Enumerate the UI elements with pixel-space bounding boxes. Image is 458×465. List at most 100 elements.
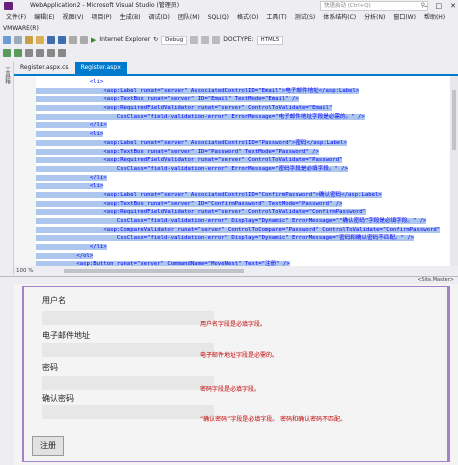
- close-icon[interactable]: ✕: [450, 0, 456, 12]
- code-line-text: <asp:Label runat="server" AssociatedCont…: [36, 87, 360, 94]
- maximize-icon[interactable]: □: [436, 0, 443, 12]
- menu-item[interactable]: 文件(F): [2, 12, 30, 24]
- menu-item[interactable]: 分析(N): [360, 12, 389, 24]
- code-line: <asp:Label runat="server" AssociatedCont…: [36, 191, 458, 200]
- save-all-icon[interactable]: [58, 36, 66, 44]
- code-line: <asp:TextBox runat="server" ID="Password…: [36, 148, 458, 157]
- email-field[interactable]: [42, 343, 214, 357]
- quick-launch-placeholder: 快速启动 (Ctrl+Q): [324, 3, 371, 9]
- code-line: <li>: [36, 78, 458, 87]
- tab-register-aspx-cs[interactable]: Register.aspx.cs: [14, 62, 75, 74]
- menu-item[interactable]: 格式(O): [233, 12, 262, 24]
- code-line-text: <asp:Label runat="server" AssociatedCont…: [36, 191, 382, 198]
- html-toolbar: [0, 47, 458, 59]
- code-line: </ol>: [36, 252, 458, 261]
- code-line-text: CssClass="field-validation-error" ErrorM…: [36, 165, 348, 172]
- confirm-password-error: “确认密码”字段是必填字段。 密码和确认密码不匹配。: [200, 416, 347, 423]
- toolbox-strip[interactable]: 工具箱: [0, 62, 14, 275]
- register-button[interactable]: 注册: [32, 436, 64, 456]
- refresh-icon[interactable]: ↻: [153, 34, 158, 46]
- quick-launch-input[interactable]: 快速启动 (Ctrl+Q) ⚲: [320, 1, 428, 11]
- password-label: 密码: [42, 363, 58, 372]
- username-field[interactable]: [42, 311, 214, 325]
- code-line-text: <asp:CompareValidator runat="server" Con…: [36, 226, 441, 233]
- code-lines: <li> <asp:Label runat="server" Associate…: [36, 78, 458, 266]
- menu-item[interactable]: 体系结构(C): [319, 12, 360, 24]
- menu-item[interactable]: 帮助(H): [420, 12, 449, 24]
- confirm-password-field[interactable]: [42, 405, 214, 419]
- menu-item[interactable]: 窗口(W): [389, 12, 420, 24]
- menu-item[interactable]: 编辑(E): [30, 12, 58, 24]
- toolbar-icon[interactable]: [25, 49, 33, 57]
- browser-selector[interactable]: Internet Explorer: [99, 34, 150, 46]
- doctype-dropdown[interactable]: HTML5: [256, 35, 284, 45]
- toolbar-icon[interactable]: [36, 49, 44, 57]
- menu-item[interactable]: SQL(Q): [204, 12, 233, 24]
- forward-icon[interactable]: [14, 36, 22, 44]
- menu-item[interactable]: 项目(P): [87, 12, 115, 24]
- code-line: <asp:RequiredFieldValidator runat="serve…: [36, 208, 458, 217]
- zoom-bar: 100 %: [14, 266, 458, 276]
- code-line: <asp:Label runat="server" AssociatedCont…: [36, 87, 458, 96]
- new-project-icon[interactable]: [25, 36, 33, 44]
- toolbar-icon[interactable]: [201, 36, 210, 44]
- code-line-text: CssClass="field-validation-error" ErrorM…: [36, 113, 365, 120]
- menu-item[interactable]: 视图(V): [59, 12, 88, 24]
- password-error: 密码字段是必填字段。: [200, 386, 261, 393]
- code-line: <asp:TextBox runat="server" ID="ConfirmP…: [36, 200, 458, 209]
- scrollbar-thumb[interactable]: [452, 90, 456, 150]
- code-line-text: <li>: [36, 131, 104, 138]
- code-line: <asp:Label runat="server" AssociatedCont…: [36, 139, 458, 148]
- toolbar-icon[interactable]: [190, 36, 199, 44]
- design-view: 用户名 用户名字段是必填字段。 电子邮件地址 电子邮件地址字段是必需的。 密码 …: [14, 284, 458, 465]
- toolbar-icon[interactable]: [212, 36, 221, 44]
- toolbar-icon[interactable]: [47, 49, 55, 57]
- toolbar-icon[interactable]: [58, 49, 66, 57]
- view-splitter[interactable]: <Site.Master>: [0, 276, 458, 284]
- menu-item[interactable]: 生成(B): [116, 12, 145, 24]
- redo-icon[interactable]: [80, 36, 88, 44]
- machine-label: VMWARE(R): [3, 25, 39, 32]
- content-template-frame: 用户名 用户名字段是必填字段。 电子邮件地址 电子邮件地址字段是必需的。 密码 …: [22, 286, 450, 462]
- save-icon[interactable]: [47, 36, 55, 44]
- minimize-icon[interactable]: –: [424, 0, 428, 12]
- visual-studio-window: WebApplication2 - Microsoft Visual Studi…: [0, 0, 458, 465]
- vertical-scrollbar[interactable]: [450, 76, 458, 266]
- code-line-text: <asp:TextBox runat="server" ID="Password…: [36, 148, 319, 155]
- doctype-label: DOCTYPE:: [223, 36, 254, 43]
- undo-icon[interactable]: [69, 36, 77, 44]
- menu-item[interactable]: 团队(M): [174, 12, 204, 24]
- password-field[interactable]: [42, 376, 214, 390]
- toolbar-icon[interactable]: [3, 49, 11, 57]
- menu-item[interactable]: 测试(S): [291, 12, 320, 24]
- code-line-text: <asp:RequiredFieldValidator runat="serve…: [36, 157, 343, 164]
- zoom-level[interactable]: 100 %: [16, 268, 33, 274]
- code-line: </li>: [36, 121, 458, 130]
- standard-toolbar: ▶ Internet Explorer ↻ Debug DOCTYPE: HTM…: [0, 34, 458, 46]
- start-debug-icon[interactable]: ▶: [91, 34, 96, 46]
- horizontal-scrollbar-thumb[interactable]: [64, 269, 244, 273]
- email-error: 电子邮件地址字段是必需的。: [200, 352, 279, 359]
- window-controls: – □ ✕: [424, 0, 456, 12]
- code-line: <asp:RequiredFieldValidator runat="serve…: [36, 156, 458, 165]
- email-label: 电子邮件地址: [42, 331, 90, 340]
- back-icon[interactable]: [3, 36, 11, 44]
- confirm-password-label: 确认密码: [42, 394, 74, 403]
- code-line: CssClass="field-validation-error" ErrorM…: [36, 165, 458, 174]
- code-line: CssClass="field-validation-error" Displa…: [36, 234, 458, 243]
- config-dropdown[interactable]: Debug: [161, 35, 188, 45]
- code-line: </li>: [36, 174, 458, 183]
- toolbar-icon[interactable]: [14, 49, 22, 57]
- code-line-text: <li>: [36, 183, 104, 190]
- tab-register-aspx[interactable]: Register.aspx: [74, 62, 127, 74]
- code-line-text: </li>: [36, 174, 107, 181]
- code-line: <li>: [36, 130, 458, 139]
- menu-item[interactable]: 调试(D): [145, 12, 174, 24]
- username-label: 用户名: [42, 296, 66, 305]
- code-line: <asp:CompareValidator runat="server" Con…: [36, 226, 458, 235]
- source-editor[interactable]: <li> <asp:Label runat="server" Associate…: [14, 76, 458, 266]
- code-line-text: <asp:Label runat="server" AssociatedCont…: [36, 139, 347, 146]
- open-file-icon[interactable]: [36, 36, 44, 44]
- window-title: WebApplication2 - Microsoft Visual Studi…: [30, 2, 180, 9]
- menu-item[interactable]: 工具(T): [262, 12, 290, 24]
